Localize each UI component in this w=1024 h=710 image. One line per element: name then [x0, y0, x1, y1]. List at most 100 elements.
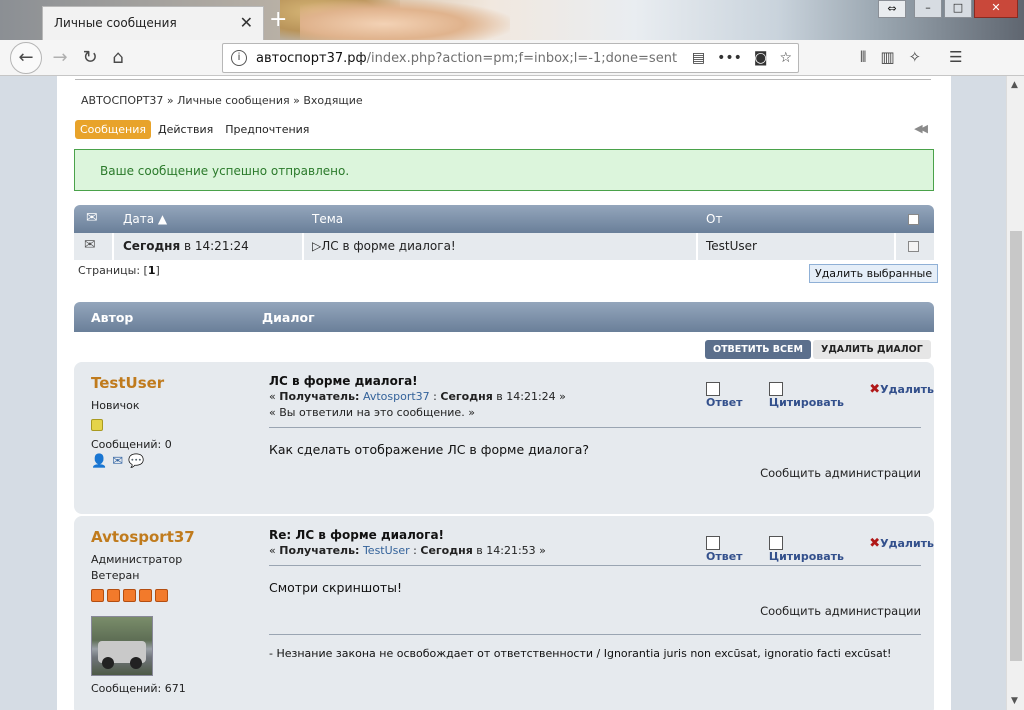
- scroll-up-icon[interactable]: ▲: [1011, 80, 1018, 90]
- row-date: Сегодня в 14:21:24: [123, 239, 249, 253]
- pocket-icon[interactable]: ◙: [754, 50, 768, 66]
- reply-button[interactable]: Ответ: [706, 382, 759, 409]
- column-author: Автор: [91, 310, 134, 325]
- dialog-header: Автор Диалог: [74, 302, 934, 332]
- breadcrumb-pm[interactable]: Личные сообщения: [177, 94, 289, 107]
- url-text[interactable]: автоспорт37.рф/index.php?action=pm;f=inb…: [256, 51, 677, 66]
- page-actions-icon[interactable]: •••: [717, 50, 742, 66]
- rank-pip: [139, 589, 152, 602]
- reply-all-button[interactable]: ОТВЕТИТЬ ВСЕМ: [705, 340, 811, 359]
- success-notice: Ваше сообщение успешно отправлено.: [74, 149, 934, 191]
- scrollbar[interactable]: ▲ ▼: [1006, 76, 1024, 710]
- delete-button[interactable]: ✖Удалить: [869, 382, 934, 409]
- rank-pip: [91, 589, 104, 602]
- menu-icon[interactable]: ☰: [949, 48, 962, 66]
- delete-icon: ✖: [869, 536, 881, 551]
- delete-button[interactable]: ✖Удалить: [869, 536, 934, 563]
- maximize-button[interactable]: □: [944, 0, 972, 18]
- reader-view-icon[interactable]: ▤: [692, 50, 705, 66]
- bookmark-star-icon[interactable]: ☆: [779, 50, 792, 66]
- row-checkbox[interactable]: [908, 241, 919, 252]
- page-viewport: АВТОСПОРТ37 » Личные сообщения » Входящи…: [0, 76, 1006, 710]
- forward-button[interactable]: →: [46, 44, 74, 72]
- quote-button[interactable]: Цитировать: [768, 536, 859, 563]
- breadcrumb-home[interactable]: АВТОСПОРТ37: [81, 94, 163, 107]
- reply-button[interactable]: Ответ: [706, 536, 759, 563]
- replied-icon: ✉: [84, 237, 96, 253]
- quote-button[interactable]: Цитировать: [768, 382, 859, 409]
- post-body: Как сделать отображение ЛС в форме диало…: [269, 442, 590, 457]
- post-actions: Ответ Цитировать ✖Удалить: [706, 536, 934, 563]
- home-button[interactable]: ⌂: [104, 44, 132, 72]
- rank-star: [91, 419, 103, 431]
- breadcrumb-inbox[interactable]: Входящие: [303, 94, 362, 107]
- profile-icon[interactable]: 👤: [91, 454, 107, 469]
- report-link[interactable]: Сообщить администрации: [760, 466, 921, 480]
- page-link[interactable]: 1: [148, 264, 156, 277]
- pagination: Страницы: [1]: [78, 264, 160, 277]
- post-author[interactable]: Avtosport37: [91, 528, 195, 546]
- post-author[interactable]: TestUser: [91, 374, 164, 392]
- pm-icon[interactable]: 💬: [128, 454, 144, 469]
- email-icon[interactable]: ✉: [112, 454, 123, 469]
- table-row[interactable]: ✉ Сегодня в 14:21:24 ▷ЛС в форме диалога…: [74, 233, 934, 260]
- theme-background-face: [300, 0, 510, 40]
- url-bar[interactable]: i автоспорт37.рф/index.php?action=pm;f=i…: [222, 43, 799, 73]
- column-subject[interactable]: Тема: [312, 212, 343, 226]
- pm-tabs: Сообщения Действия Предпочтения: [75, 120, 316, 139]
- post-subject[interactable]: Re: ЛС в форме диалога!: [269, 528, 444, 542]
- tab-close-icon[interactable]: ✕: [240, 13, 253, 32]
- quote-icon: [768, 382, 783, 396]
- reply-icon: [706, 536, 720, 550]
- row-subject[interactable]: ▷ЛС в форме диалога!: [312, 239, 456, 253]
- minimize-button[interactable]: –: [914, 0, 942, 18]
- quote-icon: [768, 536, 783, 550]
- row-from[interactable]: TestUser: [706, 239, 757, 253]
- browser-tab[interactable]: Личные сообщения ✕: [42, 6, 264, 40]
- rank-pip: [123, 589, 136, 602]
- dialog-post: TestUser Новичок Сообщений: 0 👤 ✉ 💬 ЛС в…: [74, 362, 934, 514]
- post-divider: [269, 565, 921, 566]
- tab-actions[interactable]: Действия: [153, 120, 218, 139]
- post-meta: « Получатель: TestUser : Сегодня в 14:21…: [269, 544, 546, 557]
- breadcrumb: АВТОСПОРТ37 » Личные сообщения » Входящи…: [81, 94, 363, 107]
- scroll-down-icon[interactable]: ▼: [1011, 696, 1018, 706]
- avatar[interactable]: [91, 616, 153, 676]
- report-link[interactable]: Сообщить администрации: [760, 604, 921, 618]
- close-window-button[interactable]: ✕: [974, 0, 1018, 18]
- back-button[interactable]: ←: [10, 42, 42, 74]
- post-count: Сообщений: 671: [91, 682, 186, 695]
- resize-icon[interactable]: ⇔: [878, 0, 906, 18]
- browser-navbar: ← → ↻ ⌂ i автоспорт37.рф/index.php?actio…: [0, 40, 1024, 76]
- column-from[interactable]: От: [706, 212, 722, 226]
- delete-dialog-button[interactable]: УДАЛИТЬ ДИАЛОГ: [813, 340, 931, 359]
- collapse-icon[interactable]: ◀◀: [914, 122, 928, 135]
- delete-icon: ✖: [869, 382, 881, 397]
- tab-preferences[interactable]: Предпочтения: [220, 120, 314, 139]
- reply-icon: [706, 382, 720, 396]
- divider: [75, 79, 931, 80]
- column-dialog: Диалог: [262, 310, 315, 325]
- delete-selected-button[interactable]: Удалить выбранные: [809, 264, 939, 283]
- new-tab-button[interactable]: +: [269, 7, 287, 32]
- site-info-icon[interactable]: i: [231, 50, 247, 66]
- forum-content: АВТОСПОРТ37 » Личные сообщения » Входящи…: [57, 76, 951, 710]
- browser-titlebar: Личные сообщения ✕ + ⇔ – □ ✕: [0, 0, 1024, 40]
- post-meta: « Получатель: Avtosport37 : Сегодня в 14…: [269, 390, 566, 403]
- inbox-header: ✉ Дата ▲ Тема От: [74, 205, 934, 233]
- library-icon[interactable]: ⫴: [860, 48, 866, 66]
- reload-button[interactable]: ↻: [76, 44, 104, 72]
- select-all-checkbox[interactable]: [908, 214, 919, 225]
- recipient-link[interactable]: TestUser: [363, 544, 410, 557]
- recipient-link[interactable]: Avtosport37: [363, 390, 430, 403]
- post-actions: Ответ Цитировать ✖Удалить: [706, 382, 934, 409]
- tab-messages[interactable]: Сообщения: [75, 120, 152, 139]
- member-rank: Новичок: [91, 399, 140, 412]
- column-date[interactable]: Дата ▲: [123, 212, 167, 226]
- sidebar-icon[interactable]: ▥: [880, 48, 894, 66]
- scroll-thumb[interactable]: [1010, 231, 1022, 661]
- post-subject[interactable]: ЛС в форме диалога!: [269, 374, 418, 388]
- inbox-table: ✉ Дата ▲ Тема От ✉ Сегодня в 14:21:24 ▷Л…: [74, 205, 934, 260]
- extension-icon[interactable]: ✧: [909, 48, 922, 66]
- member-rank: Администратор: [91, 553, 183, 566]
